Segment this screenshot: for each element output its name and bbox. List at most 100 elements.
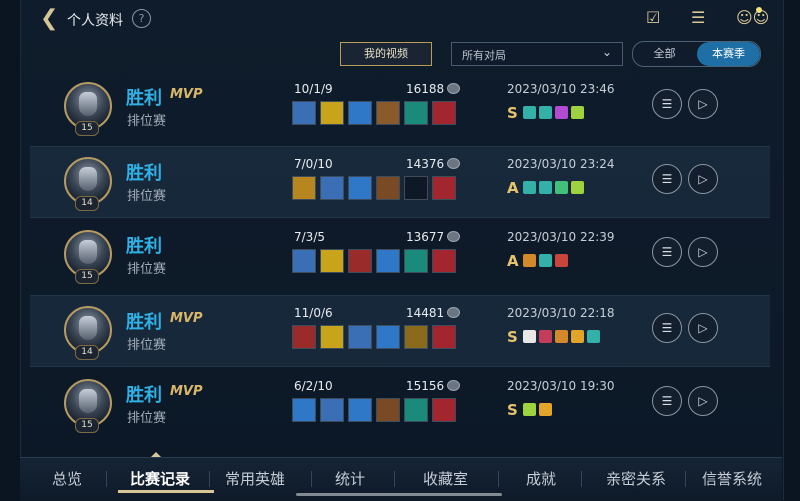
item-icon	[348, 249, 372, 273]
my-videos-button[interactable]: 我的视频	[340, 42, 432, 66]
achievement-badge-icon	[571, 330, 584, 343]
achievement-badge-icon	[571, 106, 584, 119]
achievement-badge-icon	[539, 254, 552, 267]
match-result: 胜利	[126, 236, 162, 257]
match-mode: 排位赛	[127, 262, 167, 277]
match-result: 胜利	[126, 312, 162, 333]
achievement-badge-icon	[523, 330, 536, 343]
achievement-badge-icon	[523, 181, 536, 194]
replay-button[interactable]: ▷	[688, 89, 718, 119]
match-date: 2023/03/10 23:24	[507, 157, 615, 171]
kda-value: 7/3/5	[294, 230, 325, 244]
hero-level-badge: 14	[75, 345, 99, 360]
replay-button[interactable]: ▷	[688, 164, 718, 194]
item-icon	[404, 398, 428, 422]
toggle-this-season[interactable]: 本赛季	[697, 42, 760, 66]
item-icon	[376, 249, 400, 273]
match-detail-button[interactable]: ☰	[652, 164, 682, 194]
item-icon	[404, 325, 428, 349]
item-icon	[404, 176, 428, 200]
replay-button[interactable]: ▷	[688, 237, 718, 267]
achievement-badge-icon	[523, 106, 536, 119]
match-result: 胜利	[126, 163, 162, 184]
match-row[interactable]: 15 胜利 MVP 排位赛 10/1/9 16188 2023/03/10 23…	[30, 72, 770, 142]
match-filter-select[interactable]: 所有对局 ⌄	[451, 42, 623, 66]
item-icon	[376, 176, 400, 200]
toggle-all[interactable]: 全部	[633, 42, 696, 66]
item-icon	[320, 176, 344, 200]
chat-icon[interactable]: ☰	[691, 8, 705, 27]
match-row[interactable]: 14 胜利 MVP 排位赛 11/0/6 14481 2023/03/10 22…	[30, 295, 770, 367]
active-tab-underline	[118, 490, 214, 493]
match-row[interactable]: 14 胜利 排位赛 7/0/10 14376 2023/03/10 23:24 …	[30, 146, 770, 218]
item-icon	[432, 101, 456, 125]
item-icon	[348, 176, 372, 200]
match-detail-button[interactable]: ☰	[652, 237, 682, 267]
achievement-badge-icon	[539, 106, 552, 119]
item-icon	[432, 176, 456, 200]
season-toggle[interactable]: 全部 本赛季	[632, 41, 761, 67]
match-date: 2023/03/10 22:18	[507, 306, 615, 320]
item-icon	[376, 101, 400, 125]
kda-value: 11/0/6	[294, 306, 333, 320]
match-detail-button[interactable]: ☰	[652, 313, 682, 343]
nav-tab[interactable]: 收藏室	[423, 468, 468, 489]
economy-score: 16188	[406, 82, 445, 96]
hero-level-badge: 15	[75, 121, 99, 136]
match-mode: 排位赛	[127, 114, 167, 129]
item-icon	[432, 398, 456, 422]
friends-icon[interactable]: ☺☺	[736, 8, 769, 27]
back-arrow-icon[interactable]: ❮	[40, 8, 58, 30]
match-mode: 排位赛	[127, 411, 167, 426]
coin-icon	[447, 380, 460, 391]
kda-value: 10/1/9	[294, 82, 333, 96]
coin-icon	[447, 158, 460, 169]
match-row[interactable]: 15 胜利 MVP 排位赛 6/2/10 15156 2023/03/10 19…	[30, 369, 770, 439]
nav-divider	[208, 471, 210, 487]
coin-icon	[447, 307, 460, 318]
home-indicator	[296, 493, 502, 496]
item-icon	[320, 101, 344, 125]
help-icon[interactable]: ?	[132, 9, 151, 28]
nav-divider	[685, 471, 686, 487]
nav-tab[interactable]: 成就	[526, 468, 556, 489]
nav-tab[interactable]: 总览	[52, 468, 82, 489]
match-date: 2023/03/10 22:39	[507, 230, 615, 244]
mvp-label: MVP	[170, 87, 203, 102]
item-icon	[320, 398, 344, 422]
item-icon	[292, 398, 316, 422]
replay-button[interactable]: ▷	[688, 386, 718, 416]
match-mode: 排位赛	[127, 189, 167, 204]
item-icon	[376, 398, 400, 422]
achievement-badge-icon	[587, 330, 600, 343]
item-icon	[432, 249, 456, 273]
calendar-check-icon[interactable]: ☑	[646, 8, 660, 27]
nav-tab[interactable]: 信誉系统	[702, 468, 762, 489]
achievement-badge-icon	[571, 181, 584, 194]
achievement-badge-icon	[523, 254, 536, 267]
match-date: 2023/03/10 23:46	[507, 82, 615, 96]
hero-level-badge: 15	[75, 269, 99, 284]
nav-tab[interactable]: 常用英雄	[225, 468, 285, 489]
achievement-badge-icon	[539, 181, 552, 194]
chevron-down-icon: ⌄	[601, 45, 612, 59]
match-date: 2023/03/10 19:30	[507, 379, 615, 393]
match-grade: S	[507, 401, 518, 419]
match-detail-button[interactable]: ☰	[652, 386, 682, 416]
achievement-badge-icon	[523, 403, 536, 416]
achievement-badge-icon	[555, 254, 568, 267]
replay-button[interactable]: ▷	[688, 313, 718, 343]
match-row[interactable]: 15 胜利 排位赛 7/3/5 13677 2023/03/10 22:39 A…	[30, 220, 770, 290]
nav-tab[interactable]: 统计	[335, 468, 365, 489]
item-icon	[348, 325, 372, 349]
match-detail-button[interactable]: ☰	[652, 89, 682, 119]
item-icon	[348, 101, 372, 125]
coin-icon	[447, 231, 460, 242]
kda-value: 7/0/10	[294, 157, 333, 171]
coin-icon	[447, 83, 460, 94]
item-icon	[292, 176, 316, 200]
item-icon	[292, 249, 316, 273]
nav-tab[interactable]: 亲密关系	[606, 468, 666, 489]
nav-divider	[106, 471, 107, 487]
nav-tab[interactable]: 比赛记录	[130, 468, 190, 489]
